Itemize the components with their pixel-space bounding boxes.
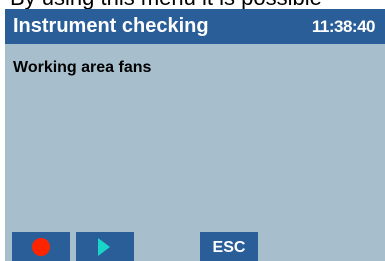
window-title: Instrument checking — [13, 15, 209, 37]
section-heading: Working area fans — [13, 59, 152, 76]
play-button[interactable] — [76, 232, 134, 261]
title-bar: Instrument checking 11:38:40 — [5, 9, 385, 44]
record-button[interactable] — [12, 232, 70, 261]
record-icon — [32, 238, 50, 256]
clock-display: 11:38:40 — [311, 17, 376, 36]
esc-button-label: ESC — [212, 239, 246, 256]
caption-strip: By using this menu it is possible — [0, 0, 385, 9]
play-icon — [98, 238, 110, 256]
instrument-screen: Instrument checking 11:38:40 Working are… — [5, 9, 385, 261]
esc-button[interactable]: ESC — [200, 232, 258, 261]
caption-text: By using this menu it is possible — [10, 0, 322, 9]
